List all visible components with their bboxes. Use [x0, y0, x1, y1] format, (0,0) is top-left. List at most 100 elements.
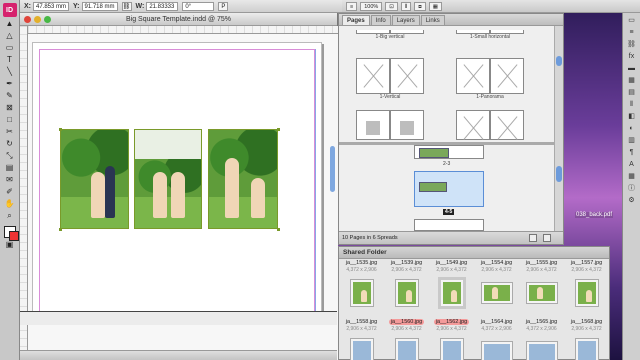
paragraph-styles-icon[interactable]: ¶: [626, 148, 638, 158]
master-big-vertical[interactable]: 1-Big vertical: [356, 28, 424, 40]
file-item[interactable]: ja__1539.jpg 2,906 x 4,372: [384, 260, 429, 309]
wrap-icon[interactable]: ▦: [428, 1, 442, 11]
photo-frame-2[interactable]: [134, 129, 202, 229]
panel-resize-handle[interactable]: [330, 146, 335, 192]
note-icon[interactable]: ✉: [3, 174, 17, 185]
shared-folder-title: Shared Folder: [339, 247, 609, 259]
delete-page-icon[interactable]: [543, 234, 551, 242]
tab-pages[interactable]: Pages: [342, 15, 370, 25]
file-item[interactable]: ja__1560.jpg 2,906 x 4,372: [384, 319, 429, 360]
file-item[interactable]: ja__1555.jpg 2,906 x 4,372: [519, 260, 564, 309]
table-icon[interactable]: ▦: [626, 172, 638, 182]
close-button[interactable]: [24, 16, 31, 23]
angle-input[interactable]: 0°: [182, 1, 215, 11]
selection-handle[interactable]: [277, 128, 280, 131]
master-cross[interactable]: [456, 108, 524, 140]
master-page: [490, 30, 524, 34]
links-icon[interactable]: ⛓: [626, 40, 638, 50]
scrollbar-thumb-pages[interactable]: [556, 166, 562, 182]
file-item[interactable]: ja__1568.jpg 2,906 x 4,372: [564, 319, 609, 360]
rectangle-icon[interactable]: □: [3, 114, 17, 125]
stroke-weight-icon[interactable]: ≡: [346, 1, 358, 11]
selection-handle[interactable]: [59, 128, 62, 131]
pages-scrollbar[interactable]: [554, 26, 563, 232]
thumbnail-figure: [491, 287, 498, 299]
thumbnail-figure: [585, 290, 592, 302]
tab-layers[interactable]: Layers: [391, 15, 420, 25]
character-styles-icon[interactable]: A: [626, 160, 638, 170]
direct-selection-icon[interactable]: △: [3, 30, 17, 41]
spread-thumb-2-3[interactable]: [414, 145, 484, 159]
file-thumbnail: [350, 339, 373, 360]
new-page-icon[interactable]: [529, 234, 537, 242]
pencil-icon[interactable]: ✎: [3, 90, 17, 101]
gradient-icon[interactable]: ▥: [626, 136, 638, 146]
zoom-icon[interactable]: ⌕: [3, 210, 17, 221]
script-icon[interactable]: ⚙: [626, 196, 638, 206]
rotate-icon[interactable]: ↻: [3, 138, 17, 149]
align-icon[interactable]: ⫴: [626, 100, 638, 110]
w-input[interactable]: 21.83333: [146, 1, 179, 11]
zoom-button[interactable]: [44, 16, 51, 23]
spread-thumb-4-5[interactable]: [414, 171, 484, 207]
type-icon[interactable]: T: [3, 54, 17, 65]
photo-frame-3[interactable]: [208, 129, 278, 229]
file-item[interactable]: ja__1558.jpg 2,906 x 4,372: [339, 319, 384, 360]
flip-icon[interactable]: P: [218, 1, 229, 11]
selection-handle[interactable]: [277, 228, 280, 231]
zoom-input[interactable]: 100%: [360, 1, 383, 11]
rectangle-frame-icon[interactable]: ⊠: [3, 102, 17, 113]
spread-thumb-next[interactable]: [414, 219, 484, 231]
desktop-file[interactable]: 038_back.pdf: [566, 212, 622, 218]
file-item[interactable]: ja__1564.jpg 4,372 x 2,906: [474, 319, 519, 360]
stroke-icon[interactable]: ▬: [626, 64, 638, 74]
align-icon[interactable]: ⫴: [400, 1, 412, 11]
horizontal-ruler[interactable]: [28, 26, 338, 34]
scale-icon[interactable]: ⤡: [3, 150, 17, 161]
file-item[interactable]: ja__1549.jpg 2,906 x 4,372: [429, 260, 474, 309]
effects-icon[interactable]: fx: [626, 52, 638, 62]
master-blank[interactable]: [356, 108, 424, 140]
constrain-icon[interactable]: ⛓: [121, 1, 132, 11]
file-item[interactable]: ja__1535.jpg 4,372 x 2,906: [339, 260, 384, 309]
layers-icon[interactable]: ≡: [626, 28, 638, 38]
master-page: [390, 110, 424, 140]
next-spread-edge: [20, 311, 337, 325]
page-tool-icon[interactable]: ▭: [3, 42, 17, 53]
fill-stroke-swatch[interactable]: [3, 226, 19, 241]
master-panorama[interactable]: 1-Panorama: [456, 56, 524, 100]
file-item[interactable]: ja__1565.jpg 4,372 x 2,906: [519, 319, 564, 360]
master-spread: [356, 30, 424, 34]
color-icon[interactable]: ◐: [626, 124, 638, 134]
pen-icon[interactable]: ✒: [3, 78, 17, 89]
thumbnail-figure: [536, 287, 543, 299]
y-input[interactable]: 91.718 mm: [81, 1, 118, 11]
file-item[interactable]: ja__1554.jpg 2,906 x 4,372: [474, 260, 519, 309]
eyedropper-icon[interactable]: ✐: [3, 186, 17, 197]
scrollbar-thumb-masters[interactable]: [556, 56, 562, 66]
file-item[interactable]: ja__1557.jpg 2,906 x 4,372: [564, 260, 609, 309]
pathfinder-icon[interactable]: ◧: [626, 112, 638, 122]
minimize-button[interactable]: [34, 16, 41, 23]
gradient-icon[interactable]: ▤: [3, 162, 17, 173]
fit-icon[interactable]: ⊡: [385, 1, 398, 11]
info-icon[interactable]: ⓘ: [626, 184, 638, 194]
selection-icon[interactable]: ▲: [3, 18, 17, 29]
tab-links[interactable]: Links: [420, 15, 445, 25]
selection-handle[interactable]: [59, 228, 62, 231]
x-input[interactable]: 47.853 mm: [33, 1, 70, 11]
pages-icon[interactable]: ▭: [626, 16, 638, 26]
hand-icon[interactable]: ✋: [3, 198, 17, 209]
swatches-icon[interactable]: ▦: [626, 76, 638, 86]
master-vertical[interactable]: 1-Vertical: [356, 56, 424, 100]
tab-info[interactable]: Info: [370, 15, 391, 25]
document-page[interactable]: [32, 42, 322, 320]
master-small-horizontal[interactable]: 1-Small horizontal: [456, 28, 524, 40]
line-icon[interactable]: ╲: [3, 66, 17, 77]
frame-fit-icon[interactable]: ⧈: [414, 1, 426, 11]
file-item[interactable]: ja__1562.jpg 2,906 x 4,372: [429, 319, 474, 360]
scissors-icon[interactable]: ✂: [3, 126, 17, 137]
text-wrap-icon[interactable]: ▤: [626, 88, 638, 98]
vertical-ruler[interactable]: [20, 26, 28, 360]
photo-frame-1[interactable]: [60, 129, 129, 229]
